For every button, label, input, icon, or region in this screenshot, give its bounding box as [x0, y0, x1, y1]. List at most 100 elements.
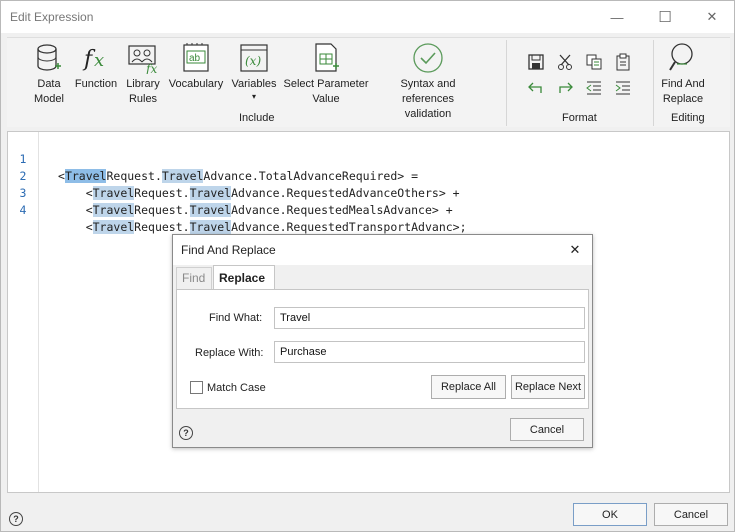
- replace-with-input[interactable]: [274, 341, 585, 363]
- code-line: 1 <TravelRequest.TravelAdvance.TotalAdva…: [8, 134, 418, 183]
- syntax-validation-label-2: validation: [404, 108, 452, 120]
- match-highlight: Travel: [92, 186, 135, 200]
- code-token: Request.: [134, 220, 190, 234]
- database-icon: [37, 44, 61, 71]
- code-line: 3 <TravelRequest.TravelAdvance.Requested…: [8, 168, 453, 217]
- line-number: 4: [19, 203, 27, 217]
- svg-text:x: x: [94, 50, 104, 71]
- include-group-label: Include: [239, 112, 275, 124]
- find-what-input[interactable]: [274, 307, 585, 329]
- library-rules-icon: fx: [128, 45, 157, 74]
- variables-label: Variables: [231, 78, 277, 90]
- find-replace-dialog: Find And Replace ✕ Find Replace Find Wha…: [172, 234, 593, 448]
- match-case-label: Match Case: [207, 382, 266, 394]
- library-rules-label-2: Rules: [128, 93, 158, 105]
- format-group-label: Format: [562, 112, 597, 124]
- minimize-button[interactable]: —: [594, 1, 640, 33]
- replace-tab-panel: Find What: Replace With: Match Case Repl…: [176, 289, 589, 409]
- code-token: Request.: [134, 203, 190, 217]
- code-token: Advance.RequestedMealsAdvance> +: [231, 203, 453, 217]
- svg-text:ab: ab: [189, 53, 201, 64]
- match-highlight: Travel: [189, 203, 232, 217]
- help-icon[interactable]: ?: [9, 512, 23, 526]
- select-parameter-label-2: Value: [312, 93, 340, 105]
- footer-cancel-button[interactable]: Cancel: [654, 503, 728, 526]
- syntax-validation-label-1: Syntax and references: [400, 78, 456, 105]
- function-button[interactable]: f x Function: [73, 42, 119, 92]
- code-token: <: [58, 220, 93, 234]
- replace-all-button[interactable]: Replace All: [431, 375, 506, 399]
- vocabulary-label: Vocabulary: [168, 78, 224, 90]
- window-title: Edit Expression: [10, 10, 94, 24]
- tab-replace[interactable]: Replace: [213, 265, 275, 290]
- match-case-checkbox[interactable]: [190, 381, 203, 394]
- replace-next-button[interactable]: Replace Next: [511, 375, 585, 399]
- function-label: Function: [74, 78, 118, 90]
- dialog-cancel-button[interactable]: Cancel: [510, 418, 584, 441]
- code-token: <: [58, 203, 93, 217]
- close-button[interactable]: ✕: [689, 1, 735, 33]
- dialog-title: Find And Replace: [181, 243, 276, 257]
- cut-icon[interactable]: [556, 53, 574, 71]
- find-and-replace-button[interactable]: Find And Replace: [657, 42, 709, 107]
- ribbon-separator: [506, 40, 507, 126]
- copy-icon[interactable]: [585, 53, 603, 71]
- match-highlight: Travel: [189, 186, 232, 200]
- indent-icon[interactable]: [614, 79, 632, 97]
- maximize-icon: ☐: [658, 9, 672, 26]
- select-parameter-value-button[interactable]: Select Parameter Value: [283, 42, 369, 107]
- find-replace-label-2: Replace: [662, 93, 704, 105]
- code-text: <TravelRequest.TravelAdvance.RequestedMe…: [58, 202, 453, 219]
- check-circle-icon: [413, 43, 443, 73]
- code-token: <: [58, 169, 65, 183]
- match-highlight: Travel: [92, 220, 135, 234]
- replace-with-label: Replace With:: [195, 347, 264, 359]
- svg-text:fx: fx: [145, 62, 157, 74]
- variables-icon: (x): [240, 44, 268, 72]
- magnifier-icon: [669, 43, 693, 71]
- find-replace-label-1: Find And: [661, 78, 705, 90]
- dialog-close-button[interactable]: ✕: [564, 239, 586, 261]
- outdent-icon[interactable]: [585, 79, 603, 97]
- title-bar: Edit Expression — ☐ ✕: [1, 1, 734, 33]
- dialog-title-bar: Find And Replace ✕: [173, 235, 592, 265]
- close-icon: ✕: [569, 242, 581, 257]
- vocabulary-icon: ab: [183, 43, 209, 72]
- save-icon[interactable]: [527, 53, 545, 71]
- code-token: Advance.TotalAdvanceRequired> =: [203, 169, 419, 183]
- match-highlight: Travel: [161, 169, 204, 183]
- ribbon-separator: [653, 40, 654, 126]
- find-what-label: Find What:: [209, 312, 263, 324]
- close-icon: ✕: [706, 9, 718, 24]
- maximize-button[interactable]: ☐: [642, 1, 688, 33]
- data-model-label-2: Model: [34, 93, 64, 105]
- data-model-label-1: Data: [37, 78, 61, 90]
- syntax-validation-button[interactable]: Syntax and references validation: [373, 42, 483, 122]
- edit-expression-window: Edit Expression — ☐ ✕ Data Model f x Fun…: [0, 0, 735, 532]
- minimize-icon: —: [610, 9, 624, 25]
- match-highlight: Travel: [92, 203, 135, 217]
- variables-button[interactable]: (x) Variables ▾: [229, 42, 279, 102]
- redo-icon[interactable]: [556, 79, 574, 97]
- code-line: 2 <TravelRequest.TravelAdvance.Requested…: [8, 151, 460, 200]
- dialog-help-icon[interactable]: ?: [179, 426, 193, 440]
- parameter-table-icon: [315, 43, 339, 72]
- undo-icon[interactable]: [527, 79, 545, 97]
- tab-find[interactable]: Find: [176, 267, 212, 289]
- ribbon-toolbar: Data Model f x Function fx Library Rules: [7, 37, 730, 127]
- code-token: Advance.RequestedAdvanceOthers> +: [231, 186, 460, 200]
- svg-text:(x): (x): [245, 54, 261, 68]
- ok-button[interactable]: OK: [573, 503, 647, 526]
- vocabulary-button[interactable]: ab Vocabulary: [167, 42, 225, 92]
- match-highlight: Travel: [189, 220, 232, 234]
- data-model-button[interactable]: Data Model: [29, 42, 69, 107]
- function-fx-icon: f x: [82, 47, 104, 72]
- library-rules-button[interactable]: fx Library Rules: [123, 42, 163, 107]
- editing-group-label: Editing: [671, 112, 705, 124]
- select-parameter-label-1: Select Parameter: [283, 78, 369, 90]
- code-text: <TravelRequest.TravelAdvance.TotalAdvanc…: [58, 168, 418, 185]
- paste-icon[interactable]: [614, 53, 632, 71]
- code-line: 4 <TravelRequest.TravelAdvance.Requested…: [8, 185, 467, 234]
- code-token: Advance.RequestedTransportAdvanc>;: [231, 220, 467, 234]
- code-text: <TravelRequest.TravelAdvance.RequestedAd…: [58, 185, 460, 202]
